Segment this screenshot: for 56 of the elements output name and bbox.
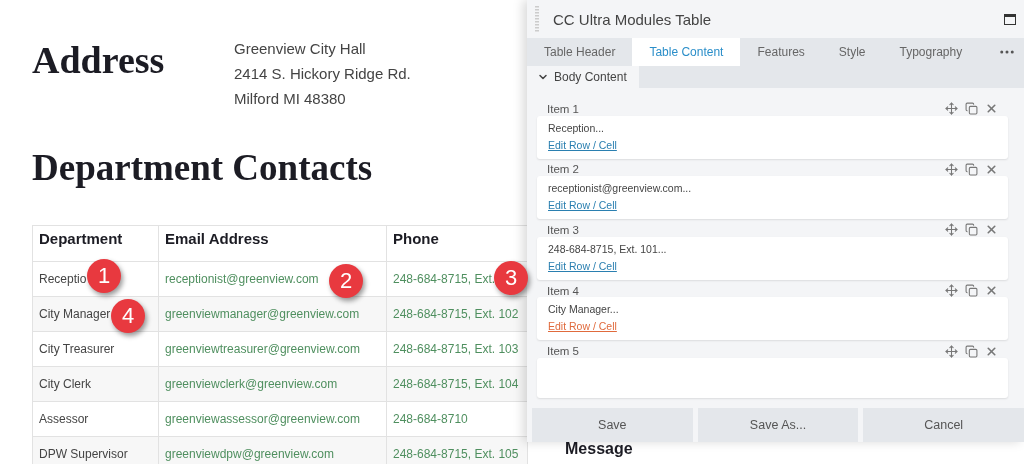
- email-link[interactable]: receptionist@greenview.com: [165, 272, 319, 286]
- edit-link[interactable]: Edit Row / Cell: [548, 259, 617, 273]
- item-label: Item 3: [547, 224, 580, 236]
- close-icon[interactable]: [985, 284, 998, 298]
- department-name: DPW Supervisor: [39, 447, 128, 461]
- message-heading: Message: [565, 440, 633, 458]
- move-icon[interactable]: [945, 162, 958, 176]
- column-header: Email Address: [158, 225, 387, 262]
- address-line: 2414 S. Hickory Ridge Rd.: [234, 64, 411, 84]
- address-line: Milford MI 48380: [234, 89, 347, 109]
- footer-button[interactable]: Cancel: [863, 408, 1024, 442]
- copy-icon[interactable]: [965, 162, 978, 176]
- copy-icon[interactable]: [965, 284, 978, 298]
- department-name: Receptio: [39, 272, 87, 286]
- tab[interactable]: Table Content: [632, 38, 741, 66]
- copy-icon[interactable]: [965, 344, 978, 358]
- move-icon[interactable]: [945, 102, 958, 116]
- department-name: City Treasurer: [39, 342, 115, 356]
- window-icon[interactable]: [1004, 13, 1016, 25]
- drag-handle-icon[interactable]: [535, 6, 539, 32]
- address-heading: Address: [32, 38, 166, 83]
- item-label: Item 4: [547, 284, 580, 297]
- close-icon[interactable]: [985, 223, 998, 237]
- footer-button[interactable]: Save As...: [697, 408, 859, 442]
- item-label: Item 5: [547, 345, 580, 358]
- item-text: 248-684-8715, Ext. 101...: [548, 242, 668, 256]
- item-label: Item 2: [547, 163, 580, 176]
- department-name: City Manager: [39, 307, 111, 321]
- item-label: Item 1: [547, 102, 580, 115]
- address-line: Greenview City Hall: [234, 39, 367, 59]
- phone-link[interactable]: 248-684-8715, Ext.: [393, 272, 496, 286]
- item-text: Reception...: [548, 121, 606, 135]
- tab[interactable]: Table Header: [527, 38, 633, 66]
- footer-button[interactable]: Save: [532, 408, 693, 442]
- close-icon[interactable]: [985, 102, 998, 116]
- item-text: City Manager...: [548, 303, 620, 317]
- edit-link[interactable]: Edit Row / Cell: [548, 138, 617, 152]
- copy-icon[interactable]: [965, 102, 978, 116]
- edit-link[interactable]: Edit Row / Cell: [548, 320, 617, 334]
- move-icon[interactable]: [945, 344, 958, 358]
- contacts-heading: Department Contacts: [32, 146, 373, 190]
- edit-link[interactable]: Edit Row / Cell: [548, 199, 617, 213]
- panel-title: CC Ultra Modules Table: [553, 10, 713, 28]
- tab[interactable]: Style: [821, 38, 883, 66]
- item-text: receptionist@greenview.com...: [548, 182, 693, 196]
- department-name: City Clerk: [39, 377, 91, 391]
- close-icon[interactable]: [985, 162, 998, 176]
- move-icon[interactable]: [945, 223, 958, 237]
- department-name: Assessor: [39, 412, 89, 426]
- close-icon[interactable]: [985, 344, 998, 358]
- column-header: Department: [32, 225, 159, 262]
- tab[interactable]: Features: [740, 38, 822, 66]
- tab[interactable]: Typography: [882, 38, 980, 66]
- section-tab[interactable]: Body Content: [527, 66, 639, 88]
- move-icon[interactable]: [945, 284, 958, 298]
- copy-icon[interactable]: [965, 223, 978, 237]
